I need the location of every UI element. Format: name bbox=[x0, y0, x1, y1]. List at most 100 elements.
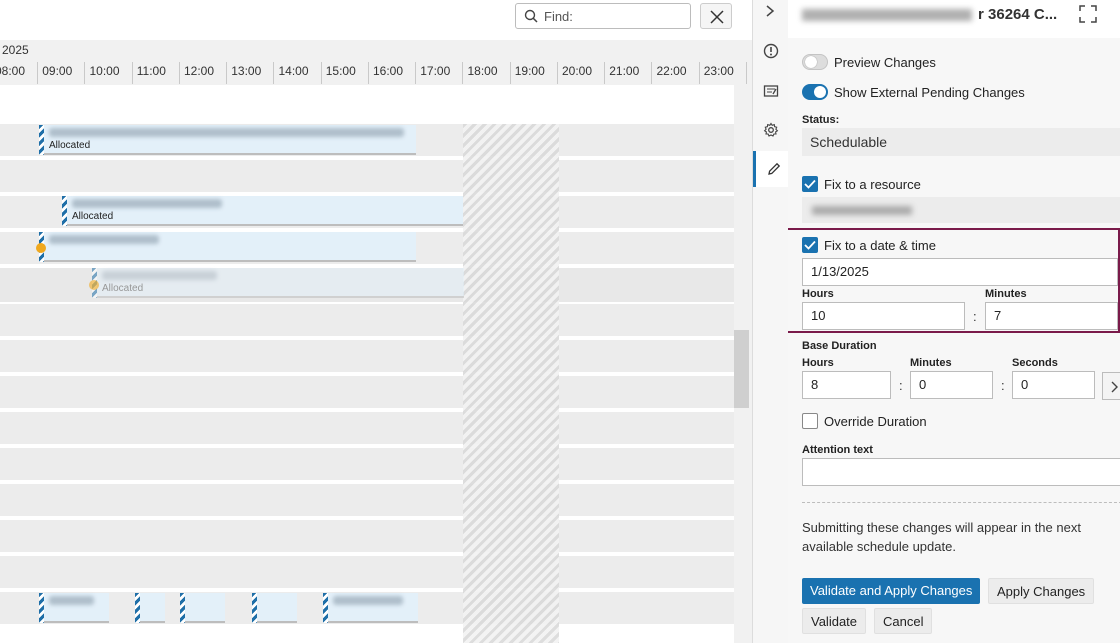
bar-stripe bbox=[180, 593, 185, 623]
hour-tick bbox=[604, 62, 605, 84]
hour-tick bbox=[745, 62, 747, 84]
gantt-row[interactable] bbox=[0, 304, 734, 338]
activity-status: Allocated bbox=[49, 140, 91, 151]
hour-tick bbox=[509, 62, 511, 84]
find-box[interactable] bbox=[515, 3, 691, 29]
scrollbar-thumb[interactable] bbox=[734, 330, 749, 408]
validate-apply-button[interactable]: Validate and Apply Changes bbox=[802, 578, 981, 604]
hour-label: 12:00 bbox=[184, 64, 215, 78]
redacted-text bbox=[49, 596, 94, 605]
bd-seconds-input[interactable]: 0 bbox=[1012, 371, 1095, 399]
hour-label: 17:00 bbox=[420, 64, 451, 78]
hour-tick bbox=[178, 62, 180, 84]
cancel-button[interactable]: Cancel bbox=[874, 608, 933, 634]
gantt-row[interactable] bbox=[0, 412, 734, 446]
hour-tick bbox=[320, 62, 322, 84]
gantt-row[interactable] bbox=[0, 340, 734, 374]
redacted-text bbox=[72, 199, 222, 208]
minutes-label: Minutes bbox=[985, 288, 1027, 300]
hour-label: 11:00 bbox=[136, 64, 166, 78]
hour-tick bbox=[367, 62, 369, 84]
hour-label: 16:00 bbox=[373, 64, 404, 78]
activity-bar[interactable]: Allocated bbox=[62, 196, 463, 226]
collapse-panel-button[interactable] bbox=[753, 0, 789, 30]
checkbox-label: Override Duration bbox=[824, 413, 927, 429]
activity-bar[interactable] bbox=[323, 593, 418, 623]
bar-stripe bbox=[323, 593, 328, 623]
edit-activity-panel: r 36264 C... Preview Changes Show Extern… bbox=[788, 0, 1120, 643]
find-input[interactable] bbox=[544, 7, 684, 25]
redacted-text bbox=[102, 271, 217, 280]
check-icon bbox=[804, 240, 816, 250]
activity-bar[interactable] bbox=[39, 232, 416, 262]
activity-bar[interactable] bbox=[252, 593, 297, 623]
hour-label: 23:00 bbox=[703, 64, 734, 78]
activity-bar[interactable]: Allocated bbox=[39, 125, 416, 155]
activity-bar[interactable]: Allocated bbox=[92, 268, 464, 298]
apply-changes-button[interactable]: Apply Changes bbox=[988, 578, 1095, 604]
status-select[interactable]: Schedulable bbox=[802, 128, 1120, 156]
base-duration-label: Base Duration bbox=[802, 340, 877, 352]
bar-stripe bbox=[39, 125, 44, 155]
gantt-rows bbox=[0, 85, 734, 643]
toggle-knob bbox=[805, 56, 817, 68]
alerts-tab[interactable] bbox=[753, 33, 789, 69]
bar-stripe bbox=[135, 593, 140, 623]
submit-info-text: Submitting these changes will appear in … bbox=[802, 520, 1081, 554]
vertical-scrollbar[interactable] bbox=[734, 85, 752, 643]
fix-resource-checkbox[interactable]: Fix to a resource bbox=[802, 176, 921, 192]
hour-tick bbox=[415, 62, 416, 84]
hours-input[interactable]: 10 bbox=[802, 302, 965, 330]
attention-text-label: Attention text bbox=[802, 444, 873, 456]
fix-datetime-checkbox[interactable]: Fix to a date & time bbox=[802, 237, 936, 253]
hour-label: 19:00 bbox=[514, 64, 545, 78]
checkbox[interactable] bbox=[802, 413, 818, 429]
close-find-button[interactable] bbox=[700, 3, 732, 29]
hour-tick bbox=[84, 62, 86, 84]
settings-tab[interactable] bbox=[753, 112, 789, 148]
expand-icon bbox=[1079, 5, 1097, 23]
check-icon bbox=[804, 179, 816, 189]
minutes-input[interactable]: 7 bbox=[985, 302, 1118, 330]
marker-dot bbox=[36, 243, 46, 253]
log-tab[interactable] bbox=[753, 73, 789, 109]
preview-changes-toggle[interactable]: Preview Changes bbox=[802, 54, 936, 70]
attention-text-input[interactable] bbox=[802, 458, 1120, 486]
gantt-row[interactable] bbox=[0, 556, 734, 590]
activity-bar[interactable] bbox=[39, 593, 109, 623]
validate-button[interactable]: Validate bbox=[802, 608, 867, 634]
bd-minutes-input[interactable]: 0 bbox=[910, 371, 993, 399]
show-external-toggle[interactable]: Show External Pending Changes bbox=[802, 84, 1025, 100]
bd-hours-label: Hours bbox=[802, 357, 834, 369]
activity-bar[interactable] bbox=[135, 593, 165, 623]
activity-status: Allocated bbox=[72, 211, 114, 222]
chevron-right-icon bbox=[766, 5, 775, 17]
hour-tick bbox=[698, 62, 700, 84]
gantt-row[interactable] bbox=[0, 160, 734, 194]
toggle-switch[interactable] bbox=[802, 84, 828, 100]
hour-label: 14:00 bbox=[278, 64, 309, 78]
hour-tick bbox=[131, 62, 133, 84]
activity-bar[interactable] bbox=[180, 593, 225, 623]
expand-panel-button[interactable] bbox=[1070, 0, 1106, 30]
gantt-row[interactable] bbox=[0, 448, 734, 482]
bd-hours-input[interactable]: 8 bbox=[802, 371, 891, 399]
checkbox[interactable] bbox=[802, 237, 818, 253]
resource-field[interactable] bbox=[802, 197, 1120, 223]
hour-tick bbox=[37, 62, 38, 84]
override-duration-checkbox[interactable]: Override Duration bbox=[802, 413, 927, 429]
duration-next-button[interactable] bbox=[1102, 372, 1120, 400]
checkbox[interactable] bbox=[802, 176, 818, 192]
gantt-row[interactable] bbox=[0, 520, 734, 554]
redacted-text bbox=[812, 206, 912, 215]
log-icon bbox=[763, 85, 779, 97]
redacted-text bbox=[49, 128, 404, 137]
edit-tab[interactable] bbox=[753, 151, 789, 187]
gantt-row[interactable] bbox=[0, 484, 734, 518]
hour-label: 13:00 bbox=[231, 64, 262, 78]
toggle-switch[interactable] bbox=[802, 54, 828, 70]
gantt-row[interactable] bbox=[0, 628, 734, 643]
gantt-row[interactable] bbox=[0, 376, 734, 410]
date-field[interactable]: 1/13/2025 bbox=[802, 258, 1118, 286]
timeline-date: 2025 bbox=[2, 43, 29, 57]
